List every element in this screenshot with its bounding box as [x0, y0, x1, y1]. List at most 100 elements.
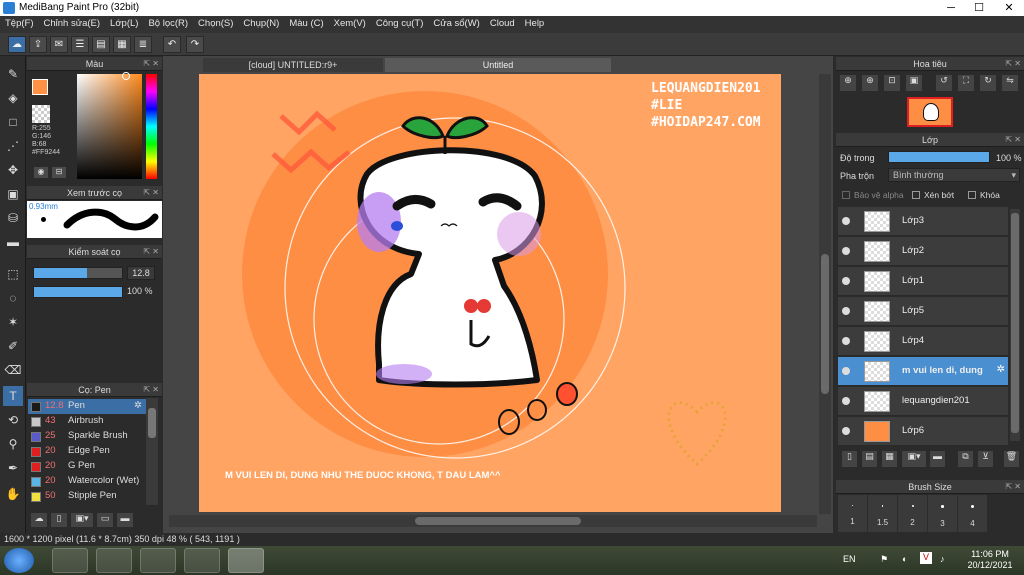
panel-controls-icon[interactable]: ⇱ ✕: [143, 383, 159, 397]
brush-item[interactable]: 12.8 Pen ✲: [28, 399, 146, 414]
fullscreen-icon[interactable]: ⛶: [958, 75, 974, 91]
brush-item[interactable]: 50 Stipple Pen: [28, 489, 146, 504]
zoom-in2-icon[interactable]: ⊕: [862, 75, 878, 91]
brush-size-value[interactable]: 12.8: [127, 266, 155, 280]
menu-layer[interactable]: Lớp(L): [105, 16, 143, 33]
menu-help[interactable]: Help: [520, 16, 550, 33]
eye-icon[interactable]: [842, 307, 850, 315]
brush-add-dropdown-icon[interactable]: ▣▾: [71, 513, 93, 527]
brush-folder-icon[interactable]: ▬: [117, 513, 133, 527]
dot-tool-icon[interactable]: ⋰: [3, 136, 23, 156]
duplicate-layer-icon[interactable]: ⧉: [958, 451, 973, 467]
eye-icon[interactable]: [842, 217, 850, 225]
layer-row[interactable]: Lớp5: [838, 297, 1008, 326]
layers-scroll-thumb[interactable]: [1011, 213, 1019, 433]
clock[interactable]: 11:06 PM 20/12/2021: [960, 549, 1020, 571]
brush-tool-icon[interactable]: ✎: [3, 64, 23, 84]
menu-edit[interactable]: Chỉnh sửa(E): [39, 16, 106, 33]
comment-icon[interactable]: ✉: [50, 36, 68, 53]
gradient-tool-icon[interactable]: ▬: [3, 232, 23, 252]
flag-icon[interactable]: ⚑: [880, 554, 888, 565]
menu-tools[interactable]: Công cụ(T): [371, 16, 429, 33]
new-layer-icon[interactable]: ▯: [842, 451, 857, 467]
select-eraser-icon[interactable]: ⌫: [3, 360, 23, 380]
brush-size-slider[interactable]: [33, 267, 123, 279]
brush-opacity-slider[interactable]: [33, 286, 123, 298]
panel-controls-icon[interactable]: ⇱ ✕: [143, 245, 159, 259]
artwork-canvas[interactable]: LEQUANGDIEN201 #LIE #HOIDAP247.COM M VUI…: [199, 74, 781, 512]
eye-icon[interactable]: [842, 397, 850, 405]
upload-icon[interactable]: ⇪: [29, 36, 47, 53]
menu-select[interactable]: Chọn(S): [193, 16, 238, 33]
brush-item[interactable]: 25 Sparkle Brush: [28, 429, 146, 444]
menu-file[interactable]: Tệp(F): [0, 16, 39, 33]
eye-icon[interactable]: [842, 427, 850, 435]
eyedropper2-icon[interactable]: ✒: [3, 458, 23, 478]
hand-tool-icon[interactable]: ✋: [3, 484, 23, 504]
layer-row[interactable]: Lớp1: [838, 267, 1008, 296]
layer-row[interactable]: Lớp2: [838, 237, 1008, 266]
fill-tool-icon[interactable]: ▣: [3, 184, 23, 204]
brush-cloud-icon[interactable]: ☁: [31, 513, 47, 527]
fit-icon[interactable]: ⊡: [884, 75, 900, 91]
redo-icon[interactable]: ↷: [186, 36, 204, 53]
brush-size-cell[interactable]: 1: [838, 495, 867, 532]
minimize-button[interactable]: ─: [938, 0, 964, 16]
canvas-vertical-scrollbar[interactable]: [819, 74, 831, 514]
color-picker-cursor[interactable]: [122, 72, 130, 80]
panel-controls-icon[interactable]: ⇱ ✕: [1005, 133, 1021, 147]
brush-size-cell[interactable]: 3: [928, 495, 957, 532]
layers-scrollbar[interactable]: [1010, 209, 1020, 441]
foreground-color-swatch[interactable]: [32, 79, 48, 95]
eyedropper-icon[interactable]: ⚲: [3, 434, 23, 454]
chrome-taskbar-icon[interactable]: [184, 548, 220, 573]
transparent-swatch[interactable]: [32, 105, 50, 123]
eye-icon[interactable]: [842, 367, 850, 375]
media-taskbar-icon[interactable]: [96, 548, 132, 573]
magic-wand-icon[interactable]: ✶: [3, 312, 23, 332]
clipping-checkbox[interactable]: [912, 191, 920, 199]
cloud-icon[interactable]: ☁: [8, 36, 26, 53]
canvas-horizontal-thumb[interactable]: [415, 517, 581, 525]
rect-tool-icon[interactable]: □: [3, 112, 23, 132]
brush-size-cell[interactable]: 2: [898, 495, 927, 532]
close-button[interactable]: ✕: [996, 0, 1022, 16]
brush-item[interactable]: 20 G Pen: [28, 459, 146, 474]
move-tool-icon[interactable]: ✥: [3, 160, 23, 180]
explorer-taskbar-icon[interactable]: [52, 548, 88, 573]
hue-slider[interactable]: [146, 74, 157, 179]
layer-opacity-slider[interactable]: [888, 151, 990, 163]
menu-snap[interactable]: Chụp(N): [238, 16, 284, 33]
start-button[interactable]: [4, 548, 34, 573]
swap-color-icon[interactable]: ⊟: [52, 167, 66, 178]
gear-icon[interactable]: ✲: [997, 364, 1005, 375]
grid-doc-icon[interactable]: ▦: [113, 36, 131, 53]
flip-icon[interactable]: ⇋: [1002, 75, 1018, 91]
operation-tool-icon[interactable]: ⟲: [3, 410, 23, 430]
rotate-left-icon[interactable]: ↺: [936, 75, 952, 91]
brush-item[interactable]: 20 Edge Pen: [28, 444, 146, 459]
vietkey-icon[interactable]: V: [920, 552, 932, 564]
volume-icon[interactable]: ♪: [940, 554, 945, 564]
tab-untitled[interactable]: Untitled: [385, 58, 611, 72]
lasso-tool-icon[interactable]: ◌: [3, 288, 23, 308]
rotate-right-icon[interactable]: ↻: [980, 75, 996, 91]
menu-color[interactable]: Màu (C): [284, 16, 328, 33]
eyedrop-small-icon[interactable]: ◉: [34, 167, 48, 178]
brush-size-cell[interactable]: 1.5: [868, 495, 897, 532]
canvas-horizontal-scrollbar[interactable]: [169, 515, 817, 527]
add-layer-dropdown-icon[interactable]: ▣▾: [902, 451, 926, 467]
maximize-button[interactable]: ☐: [966, 0, 992, 16]
brush-copy-icon[interactable]: ▭: [97, 513, 113, 527]
document-icon[interactable]: ▤: [92, 36, 110, 53]
panel-controls-icon[interactable]: ⇱ ✕: [143, 57, 159, 71]
layer-row[interactable]: m vui len di, dung ✲: [838, 357, 1008, 386]
layer-row[interactable]: Lớp3: [838, 207, 1008, 236]
delete-layer-icon[interactable]: 🗑: [1004, 451, 1019, 467]
medibang-taskbar-icon[interactable]: [228, 548, 264, 573]
lock-checkbox[interactable]: [968, 191, 976, 199]
new-brush-icon[interactable]: ▯: [51, 513, 67, 527]
panel-controls-icon[interactable]: ⇱ ✕: [143, 186, 159, 200]
saturation-value-picker[interactable]: [77, 74, 142, 179]
layer-folder-icon[interactable]: ▬: [930, 451, 945, 467]
